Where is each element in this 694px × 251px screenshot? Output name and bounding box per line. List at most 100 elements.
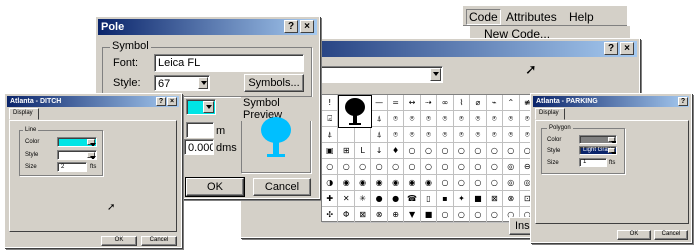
chevron-down-icon[interactable] bbox=[203, 101, 214, 113]
symbol-cell[interactable]: ◉ bbox=[420, 175, 438, 191]
selected-symbol-icon[interactable] bbox=[338, 95, 372, 128]
symbol-cell[interactable]: ○ bbox=[404, 159, 421, 175]
color-combo[interactable] bbox=[57, 137, 97, 147]
symbol-cell[interactable]: ○ bbox=[354, 159, 372, 175]
symbol-cell[interactable]: ⍟ bbox=[470, 127, 487, 143]
symbol-font-combo[interactable] bbox=[319, 66, 443, 83]
cancel-button[interactable]: Cancel bbox=[253, 178, 311, 196]
style-combo[interactable]: Light Gray bbox=[579, 146, 617, 155]
tab-display[interactable]: Display bbox=[535, 108, 565, 120]
symbol-cell[interactable]: ⊠ bbox=[486, 191, 504, 207]
style-spinner[interactable]: 67 bbox=[154, 75, 210, 91]
symbol-cell[interactable]: ○ bbox=[486, 159, 504, 175]
symbol-cell[interactable]: ⌇ bbox=[453, 95, 471, 111]
symbol-cell[interactable]: ! bbox=[322, 95, 339, 111]
help-button[interactable]: ? bbox=[284, 20, 298, 33]
symbol-cell[interactable]: ○ bbox=[453, 207, 471, 223]
color-combo[interactable] bbox=[186, 99, 216, 115]
symbol-cell[interactable]: ⍟ bbox=[486, 111, 504, 127]
symbol-cell[interactable] bbox=[338, 127, 355, 143]
menu-attributes[interactable]: Attributes bbox=[506, 10, 557, 24]
symbol-cell[interactable]: Φ bbox=[338, 207, 355, 223]
symbol-cell[interactable]: ⌀ bbox=[470, 95, 487, 111]
symbol-cell[interactable]: ⍟ bbox=[387, 127, 405, 143]
symbol-cell[interactable]: ○ bbox=[437, 143, 454, 159]
symbol-cell[interactable]: = bbox=[387, 95, 405, 111]
symbol-cell[interactable]: ⍟ bbox=[503, 111, 520, 127]
symbol-cell[interactable]: ▣ bbox=[322, 143, 339, 159]
symbol-cell[interactable]: ⍋ bbox=[371, 127, 388, 143]
chevron-down-icon[interactable] bbox=[608, 137, 616, 143]
symbol-cell[interactable]: ● bbox=[387, 191, 405, 207]
symbol-cell[interactable]: ↓ bbox=[371, 143, 388, 159]
ok-button[interactable]: OK bbox=[101, 236, 137, 246]
symbol-cell[interactable]: ⊕ bbox=[387, 207, 405, 223]
symbol-cell[interactable]: ⍟ bbox=[387, 111, 405, 127]
symbol-cell[interactable]: ◎ bbox=[503, 159, 520, 175]
symbol-cell[interactable]: ⍋ bbox=[371, 111, 388, 127]
symbol-cell[interactable]: ⇢ bbox=[420, 95, 438, 111]
close-button[interactable]: × bbox=[620, 42, 634, 55]
symbol-cell[interactable]: ↔ bbox=[404, 95, 421, 111]
chevron-down-icon[interactable] bbox=[608, 148, 616, 154]
symbol-cell[interactable]: ◉ bbox=[387, 175, 405, 191]
ok-button[interactable]: OK bbox=[185, 177, 245, 197]
symbol-cell[interactable]: ▪ bbox=[437, 191, 454, 207]
symbol-cell[interactable]: ○ bbox=[322, 159, 339, 175]
symbol-cell[interactable]: ⍋ bbox=[322, 127, 339, 143]
symbol-cell[interactable]: L bbox=[354, 143, 372, 159]
help-button[interactable]: ? bbox=[604, 42, 618, 55]
style-combo[interactable] bbox=[57, 150, 97, 160]
close-button[interactable]: × bbox=[167, 97, 177, 106]
symbol-cell[interactable]: ○ bbox=[470, 175, 487, 191]
symbol-cell[interactable]: ○ bbox=[338, 159, 355, 175]
symbol-cell[interactable]: ▯ bbox=[420, 191, 438, 207]
symbol-cell[interactable]: ○ bbox=[470, 207, 487, 223]
symbol-cell[interactable]: ⊗ bbox=[371, 207, 388, 223]
cancel-button[interactable]: Cancel bbox=[654, 230, 688, 240]
symbol-cell[interactable]: ○ bbox=[371, 159, 388, 175]
symbol-cell[interactable]: ⍟ bbox=[503, 127, 520, 143]
font-field[interactable]: Leica FL bbox=[154, 54, 304, 72]
menu-code[interactable]: Code bbox=[466, 9, 501, 25]
symbol-cell[interactable]: ▼ bbox=[404, 207, 421, 223]
symbol-cell[interactable]: ⌃ bbox=[503, 95, 520, 111]
symbol-cell[interactable]: ⍟ bbox=[420, 111, 438, 127]
symbol-cell[interactable]: ○ bbox=[453, 143, 471, 159]
help-button[interactable]: ? bbox=[156, 97, 166, 106]
symbol-cell[interactable]: ⍟ bbox=[420, 127, 438, 143]
symbol-cell[interactable]: ☎ bbox=[404, 191, 421, 207]
symbol-cell[interactable]: ⍟ bbox=[486, 127, 504, 143]
symbol-cell[interactable]: ○ bbox=[503, 143, 520, 159]
symbol-cell[interactable]: ○ bbox=[470, 143, 487, 159]
symbol-cell[interactable]: ○ bbox=[420, 159, 438, 175]
symbol-cell[interactable]: ○ bbox=[404, 143, 421, 159]
help-button[interactable]: ? bbox=[678, 97, 688, 106]
tab-display[interactable]: Display bbox=[9, 108, 39, 120]
symbol-cell[interactable]: ○ bbox=[470, 159, 487, 175]
symbol-cell[interactable]: ◉ bbox=[338, 175, 355, 191]
symbol-cell[interactable]: ⍟ bbox=[404, 127, 421, 143]
symbol-cell[interactable]: ∞ bbox=[437, 95, 454, 111]
size-field[interactable]: 1 bbox=[579, 158, 607, 167]
spinner-arrows-icon[interactable] bbox=[198, 77, 208, 89]
symbol-cell[interactable]: ■ bbox=[420, 207, 438, 223]
chevron-down-icon[interactable] bbox=[87, 152, 96, 159]
symbol-cell[interactable] bbox=[354, 127, 372, 143]
symbol-cell[interactable]: ○ bbox=[486, 143, 504, 159]
rotation-field[interactable]: 0.0000 bbox=[184, 139, 214, 155]
symbol-cell[interactable]: ◉ bbox=[354, 175, 372, 191]
symbol-cell[interactable]: ⊗ bbox=[503, 191, 520, 207]
size-field[interactable]: 2 bbox=[57, 162, 87, 172]
symbol-cell[interactable]: ✳ bbox=[354, 191, 372, 207]
symbols-button[interactable]: Symbols... bbox=[244, 74, 304, 92]
symbol-cell[interactable]: ○ bbox=[486, 207, 504, 223]
ok-button[interactable]: OK bbox=[617, 230, 651, 240]
symbol-cell[interactable]: ◑ bbox=[322, 175, 339, 191]
symbol-cell[interactable]: — bbox=[371, 95, 388, 111]
symbol-cell[interactable]: ⍟ bbox=[404, 111, 421, 127]
symbol-cell[interactable]: ♦ bbox=[387, 143, 405, 159]
symbol-cell[interactable]: ○ bbox=[437, 207, 454, 223]
symbol-cell[interactable]: ⌁ bbox=[486, 95, 504, 111]
symbol-cell[interactable]: ◉ bbox=[404, 175, 421, 191]
